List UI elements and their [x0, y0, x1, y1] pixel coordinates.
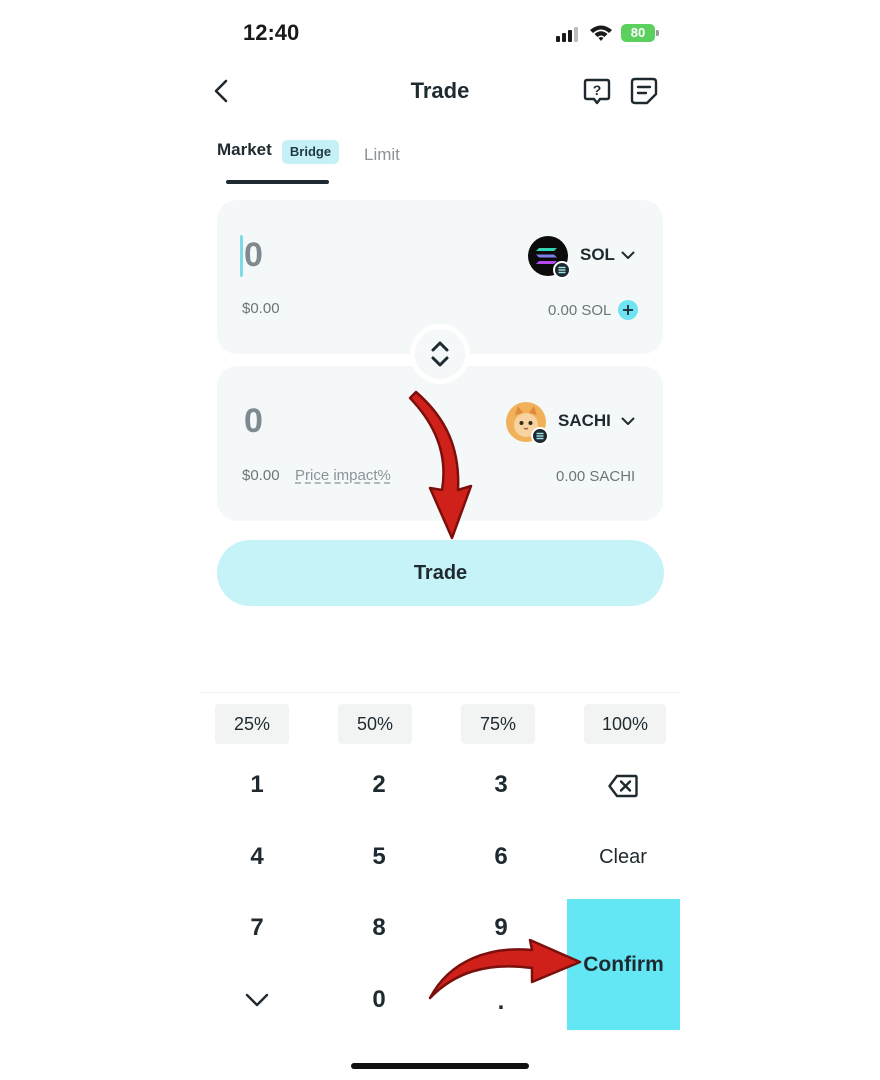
- from-amount-input[interactable]: 0: [244, 236, 263, 275]
- help-icon[interactable]: ?: [582, 76, 612, 106]
- tab-market[interactable]: Market: [217, 140, 272, 160]
- to-balance: 0.00 SACHI: [556, 468, 636, 485]
- key-4[interactable]: 4: [217, 837, 297, 877]
- key-0[interactable]: 0: [339, 980, 419, 1020]
- key-1[interactable]: 1: [217, 765, 297, 805]
- clear-button[interactable]: Clear: [583, 837, 663, 877]
- swap-arrows-icon: [431, 341, 449, 367]
- percent-75-button[interactable]: 75%: [461, 704, 535, 744]
- status-time: 12:40: [243, 20, 300, 45]
- key-decimal[interactable]: .: [461, 982, 541, 1022]
- sachi-token-icon[interactable]: [505, 401, 551, 447]
- keypad-divider: [200, 692, 680, 693]
- input-caret: [240, 235, 243, 277]
- to-usd-value: $0.00: [242, 467, 280, 484]
- page-title: Trade: [410, 78, 470, 103]
- price-impact-link[interactable]: Price impact%: [295, 467, 391, 484]
- percent-100-button[interactable]: 100%: [584, 704, 666, 744]
- add-funds-icon[interactable]: [618, 300, 638, 320]
- trade-button[interactable]: Trade: [217, 540, 664, 606]
- orders-icon[interactable]: [629, 76, 659, 106]
- key-6[interactable]: 6: [461, 837, 541, 877]
- swap-direction-button[interactable]: [410, 324, 470, 384]
- from-token-selector[interactable]: SOL: [580, 245, 615, 265]
- confirm-button[interactable]: Confirm: [567, 899, 680, 1030]
- chevron-down-icon[interactable]: [621, 417, 635, 426]
- backspace-icon[interactable]: [608, 774, 638, 798]
- key-8[interactable]: 8: [339, 908, 419, 948]
- sol-token-icon[interactable]: [527, 235, 573, 281]
- bridge-badge: Bridge: [282, 140, 339, 164]
- key-7[interactable]: 7: [217, 908, 297, 948]
- svg-text:?: ?: [593, 82, 602, 98]
- hide-keypad-icon[interactable]: [245, 992, 269, 1008]
- key-2[interactable]: 2: [339, 765, 419, 805]
- chevron-down-icon[interactable]: [621, 251, 635, 260]
- key-5[interactable]: 5: [339, 837, 419, 877]
- cellular-signal-icon: [556, 26, 580, 42]
- percent-50-button[interactable]: 50%: [338, 704, 412, 744]
- battery-icon: 80: [621, 24, 659, 42]
- home-indicator: [351, 1063, 529, 1069]
- active-tab-indicator: [226, 180, 329, 184]
- to-token-selector[interactable]: SACHI: [558, 411, 611, 431]
- back-icon[interactable]: [210, 78, 234, 104]
- key-9[interactable]: 9: [461, 908, 541, 948]
- to-token-card: [217, 366, 663, 521]
- to-amount-output: 0: [244, 402, 263, 440]
- from-usd-value: $0.00: [242, 300, 280, 317]
- from-balance: 0.00 SOL: [548, 302, 612, 319]
- key-3[interactable]: 3: [461, 765, 541, 805]
- wifi-icon: [590, 25, 612, 41]
- percent-25-button[interactable]: 25%: [215, 704, 289, 744]
- tab-limit[interactable]: Limit: [364, 145, 400, 165]
